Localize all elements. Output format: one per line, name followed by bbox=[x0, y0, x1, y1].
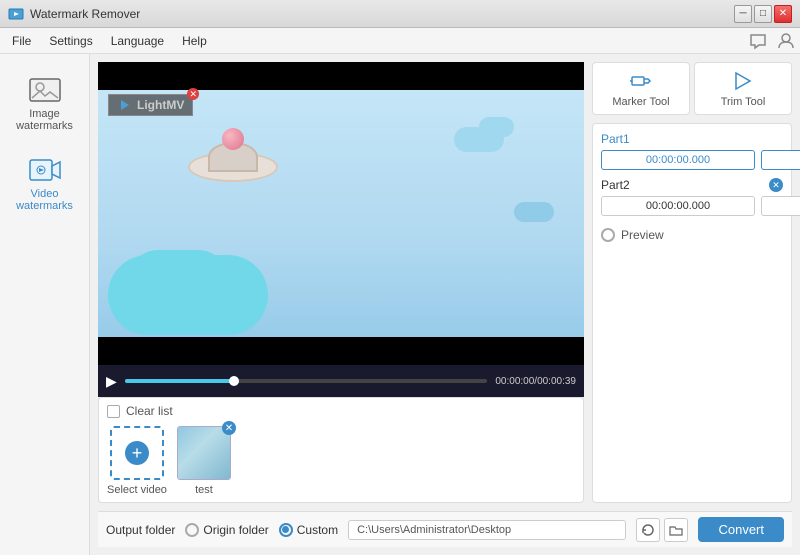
chat-icon[interactable] bbox=[748, 31, 768, 51]
trim-tool-button[interactable]: Trim Tool bbox=[694, 62, 792, 115]
part1-times bbox=[601, 150, 783, 170]
video-background: ✕ LightMV bbox=[98, 62, 584, 365]
part2-times bbox=[601, 196, 783, 216]
browse-folder-btn[interactable] bbox=[664, 518, 688, 542]
marker-tool-label: Marker Tool bbox=[612, 96, 669, 108]
clear-list-label[interactable]: Clear list bbox=[126, 404, 173, 418]
maximize-btn[interactable]: □ bbox=[754, 5, 772, 23]
part2-label: Part2 bbox=[601, 178, 630, 192]
cloud-mid-right bbox=[514, 202, 554, 222]
marker-tool-button[interactable]: Marker Tool bbox=[592, 62, 690, 115]
video-wrapper: ✕ LightMV bbox=[98, 62, 584, 365]
video-preview: ✕ LightMV bbox=[98, 62, 584, 365]
watermark-close-btn[interactable]: ✕ bbox=[187, 88, 199, 100]
black-bar-top bbox=[98, 62, 584, 90]
right-panel: Marker Tool Trim Tool Part1 bbox=[592, 62, 792, 503]
video-section: ✕ LightMV bbox=[98, 62, 584, 503]
part1-label: Part1 bbox=[601, 132, 783, 146]
refresh-folder-btn[interactable] bbox=[636, 518, 660, 542]
origin-folder-label: Origin folder bbox=[203, 523, 268, 537]
part2-label-row: Part2 ✕ bbox=[601, 178, 783, 192]
file-list-header: Clear list bbox=[107, 404, 575, 418]
main-container: Image watermarks Video watermarks bbox=[0, 54, 800, 555]
folder-action-icons bbox=[636, 518, 688, 542]
progress-thumb bbox=[229, 376, 239, 386]
trim-tool-label: Trim Tool bbox=[721, 96, 766, 108]
video-controls: ▶ 00:00:00/00:00:39 bbox=[98, 365, 584, 397]
content-area: ✕ LightMV bbox=[90, 54, 800, 555]
thumbnail-name: test bbox=[195, 484, 213, 496]
part2-row: Part2 ✕ bbox=[601, 178, 783, 216]
add-icon: + bbox=[125, 441, 149, 465]
sidebar-image-label: Image watermarks bbox=[9, 108, 81, 132]
minimize-btn[interactable]: ─ bbox=[734, 5, 752, 23]
part1-row: Part1 bbox=[601, 132, 783, 170]
ufo bbox=[188, 142, 278, 172]
sidebar-item-video-watermarks[interactable]: Video watermarks bbox=[5, 144, 85, 220]
thumbnails-row: + Select video ✕ test bbox=[107, 426, 575, 496]
thumbnail-image bbox=[177, 426, 231, 480]
sidebar-video-label: Video watermarks bbox=[9, 188, 81, 212]
origin-folder-option[interactable]: Origin folder bbox=[185, 523, 268, 537]
folder-path-input[interactable] bbox=[348, 520, 626, 540]
menu-language[interactable]: Language bbox=[103, 31, 172, 51]
time-display: 00:00:00/00:00:39 bbox=[495, 376, 576, 387]
thumbnail-remove-btn[interactable]: ✕ bbox=[222, 421, 236, 435]
custom-radio[interactable] bbox=[279, 523, 293, 537]
progress-fill bbox=[125, 379, 234, 383]
titlebar: Watermark Remover ─ □ ✕ bbox=[0, 0, 800, 28]
custom-folder-option[interactable]: Custom bbox=[279, 523, 338, 537]
select-video-button[interactable]: + Select video bbox=[107, 426, 167, 496]
video-thumbnail[interactable]: ✕ test bbox=[177, 426, 231, 496]
part2-close-btn[interactable]: ✕ bbox=[769, 178, 783, 192]
file-section: Clear list + Select video ✕ bbox=[98, 397, 584, 503]
app-icon bbox=[8, 6, 24, 22]
origin-radio[interactable] bbox=[185, 523, 199, 537]
part1-end-input[interactable] bbox=[761, 150, 800, 170]
watermark-box: LightMV bbox=[108, 94, 193, 116]
watermark-overlay[interactable]: ✕ LightMV bbox=[108, 94, 193, 116]
preview-checkbox[interactable] bbox=[601, 228, 615, 242]
preview-label: Preview bbox=[621, 228, 664, 242]
output-bar: Output folder Origin folder Custom bbox=[98, 511, 792, 547]
custom-folder-label: Custom bbox=[297, 523, 338, 537]
preview-row: Preview bbox=[601, 224, 783, 246]
progress-bar[interactable] bbox=[125, 379, 488, 383]
app-title: Watermark Remover bbox=[30, 7, 734, 21]
user-icon[interactable] bbox=[776, 31, 796, 51]
parts-panel: Part1 Part2 ✕ bbox=[592, 123, 792, 503]
menu-help[interactable]: Help bbox=[174, 31, 215, 51]
add-video-circle[interactable]: + bbox=[110, 426, 164, 480]
menubar-actions bbox=[748, 31, 796, 51]
convert-button[interactable]: Convert bbox=[698, 517, 784, 542]
tool-buttons: Marker Tool Trim Tool bbox=[592, 62, 792, 115]
sidebar-item-image-watermarks[interactable]: Image watermarks bbox=[5, 64, 85, 140]
clear-checkbox[interactable] bbox=[107, 405, 120, 418]
menu-settings[interactable]: Settings bbox=[41, 31, 100, 51]
select-video-label: Select video bbox=[107, 484, 167, 496]
part2-end-input[interactable] bbox=[761, 196, 800, 216]
black-bar-bottom bbox=[98, 337, 584, 365]
window-controls: ─ □ ✕ bbox=[734, 5, 792, 23]
cloud-bottom-left-2 bbox=[128, 250, 228, 310]
part2-start-input[interactable] bbox=[601, 196, 755, 216]
video-panel-row: ✕ LightMV bbox=[98, 62, 792, 503]
output-folder-label: Output folder bbox=[106, 523, 175, 537]
part1-start-input[interactable] bbox=[601, 150, 755, 170]
watermark-text: LightMV bbox=[137, 98, 184, 112]
sidebar: Image watermarks Video watermarks bbox=[0, 54, 90, 555]
play-button[interactable]: ▶ bbox=[106, 373, 117, 390]
menu-file[interactable]: File bbox=[4, 31, 39, 51]
menubar: File Settings Language Help bbox=[0, 28, 800, 54]
cloud-top-right-2 bbox=[479, 117, 514, 137]
close-btn[interactable]: ✕ bbox=[774, 5, 792, 23]
